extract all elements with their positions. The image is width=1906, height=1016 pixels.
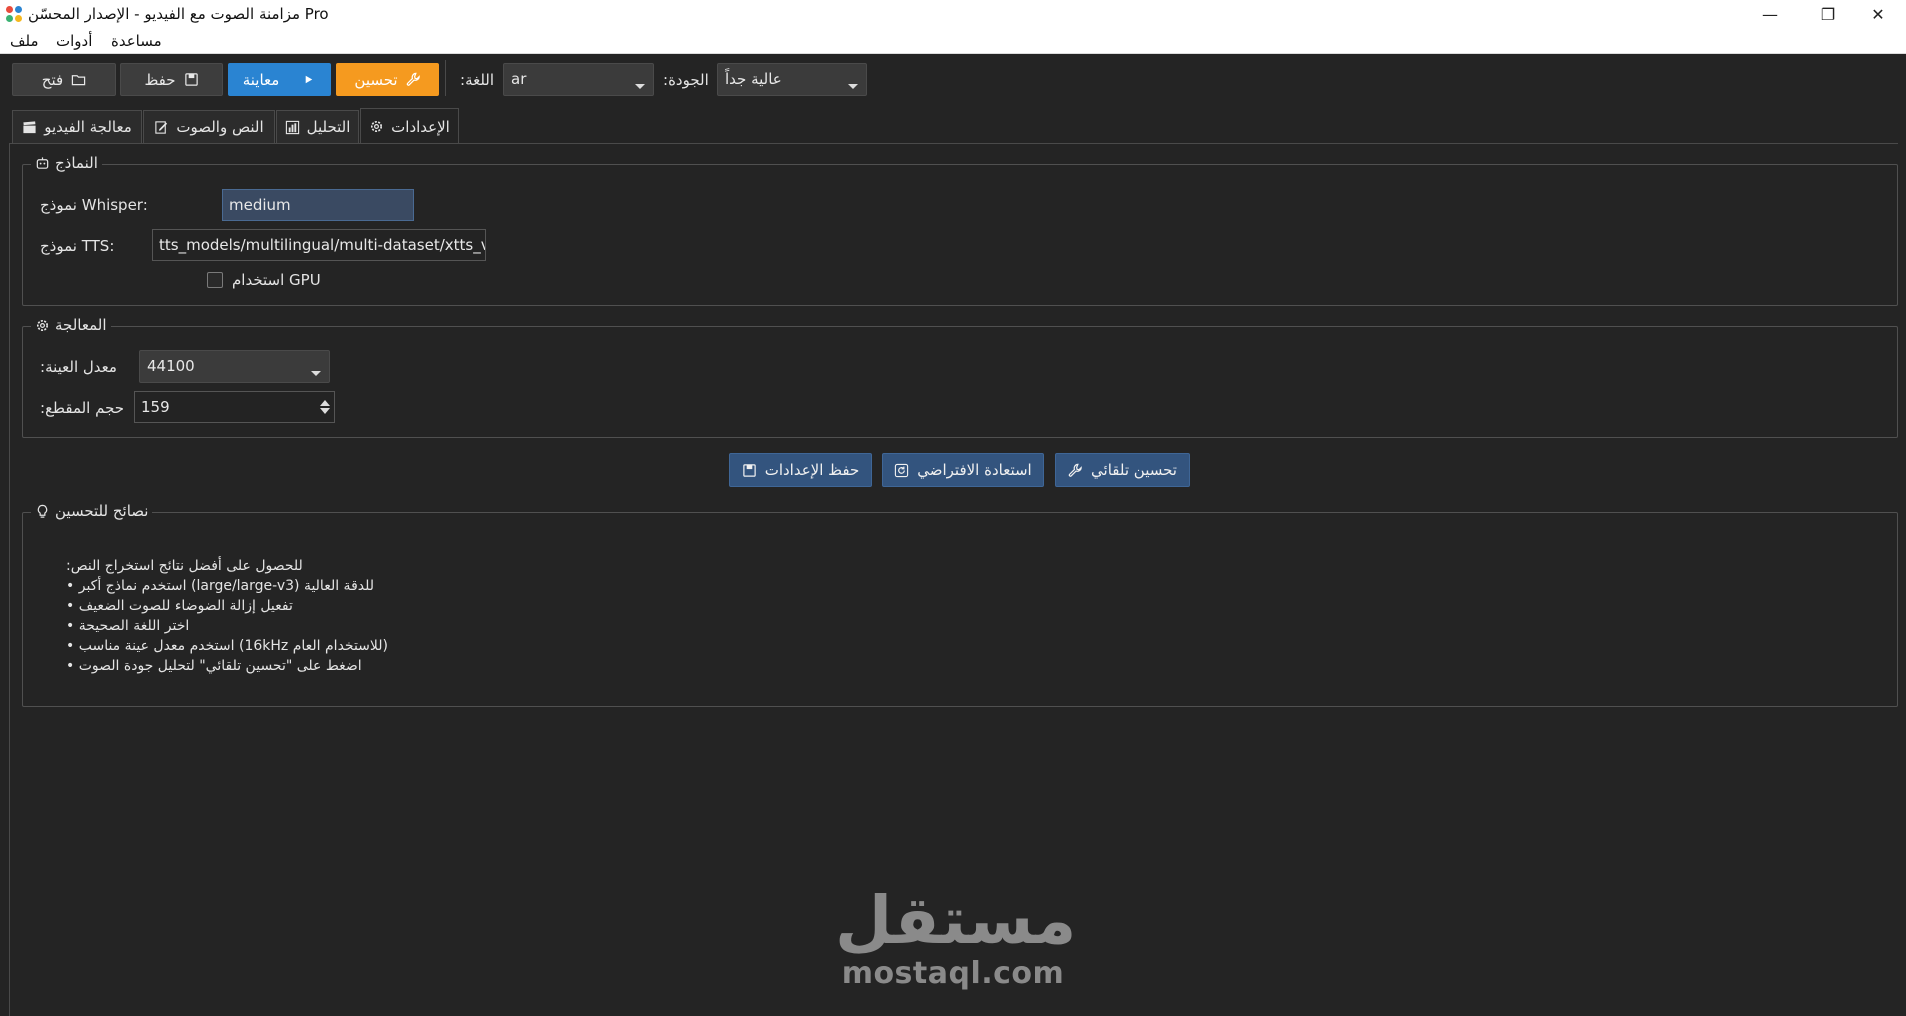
wrench-icon <box>1068 463 1082 477</box>
lightbulb-icon <box>37 504 48 518</box>
restore-icon <box>895 463 909 477</box>
save-settings-label: حفظ الإعدادات <box>764 461 860 479</box>
chunk-size-value: 159 <box>141 398 170 416</box>
tts-model-label: نموذج TTS: <box>40 237 115 255</box>
processing-group-title: المعالجة <box>31 316 111 334</box>
tip-line: • اضغط على "تحسين تلقائي" لتحليل جودة ال… <box>66 658 362 674</box>
sample-rate-select[interactable]: 44100 <box>139 350 330 383</box>
tab-text-audio-label: النص والصوت <box>176 118 264 136</box>
chevron-down-icon <box>311 371 321 376</box>
menu-bar: ملف أدوات مساعدة <box>0 29 1906 54</box>
tab-analysis[interactable]: التحليل <box>276 110 359 143</box>
enhance-button[interactable]: تحسين <box>336 63 439 96</box>
watermark-logo: مستقل mostaql.com <box>835 882 1077 991</box>
quality-select[interactable]: عالية جداً <box>717 63 867 96</box>
tips-title-text: نصائح للتحسين <box>55 502 149 520</box>
quality-value: عالية جداً <box>725 70 782 88</box>
wrench-icon <box>406 72 420 86</box>
toolbar-separator <box>445 60 446 96</box>
floppy-icon <box>184 73 198 86</box>
tts-model-field[interactable]: tts_models/multilingual/multi-dataset/xt… <box>152 229 486 261</box>
close-window-button[interactable]: ✕ <box>1850 0 1906 29</box>
robot-icon <box>36 156 49 169</box>
open-button[interactable]: فتح <box>12 63 116 96</box>
tip-line: • استخدم نماذج أكبر (large/large-v3) للد… <box>66 578 375 594</box>
tab-video-label: معالجة الفيديو <box>44 118 132 136</box>
chunk-size-spinbox[interactable]: 159 <box>134 391 335 423</box>
tab-text-audio[interactable]: النص والصوت <box>143 110 275 143</box>
processing-title-text: المعالجة <box>55 316 107 334</box>
gear-icon <box>371 120 383 133</box>
tip-line: • تفعيل إزالة الضوضاء للصوت الضعيف <box>66 598 293 614</box>
spin-down-icon[interactable] <box>320 408 330 414</box>
gpu-checkbox[interactable] <box>207 272 223 288</box>
save-settings-button[interactable]: حفظ الإعدادات <box>729 453 872 487</box>
sample-rate-value: 44100 <box>147 357 195 375</box>
language-value: ar <box>511 70 527 88</box>
floppy-icon <box>742 463 756 477</box>
preview-button[interactable]: معاينة <box>228 63 331 96</box>
open-button-label: فتح <box>41 70 64 89</box>
save-button-label: حفظ <box>144 70 176 89</box>
title-bar: مزامنة الصوت مع الفيديو - الإصدار المحسّ… <box>0 0 1906 29</box>
play-icon <box>305 75 313 84</box>
language-select[interactable]: ar <box>503 63 654 96</box>
tip-line: :للحصول على أفضل نتائج استخراج النص <box>66 558 303 574</box>
enhance-button-label: تحسين <box>354 70 398 89</box>
folder-icon <box>71 75 86 86</box>
gear-icon <box>36 319 49 331</box>
gpu-checkbox-label: استخدام GPU <box>232 271 321 289</box>
window-title: مزامنة الصوت مع الفيديو - الإصدار المحسّ… <box>28 5 329 23</box>
language-label: :اللغة <box>460 71 495 89</box>
spin-up-icon[interactable] <box>320 400 330 406</box>
whisper-model-field[interactable]: medium <box>222 189 414 221</box>
menu-tools[interactable]: أدوات <box>56 32 92 50</box>
tab-video-processing[interactable]: معالجة الفيديو <box>12 110 142 143</box>
tab-analysis-label: التحليل <box>306 118 351 136</box>
auto-enhance-button[interactable]: تحسين تلقائي <box>1055 453 1190 487</box>
restore-window-button[interactable]: ❐ <box>1800 0 1856 29</box>
bar-chart-icon <box>285 120 299 134</box>
tips-text: :للحصول على أفضل نتائج استخراج النص • اس… <box>66 556 388 676</box>
menu-file[interactable]: ملف <box>10 32 39 50</box>
restore-defaults-button[interactable]: استعادة الافتراضي <box>882 453 1044 487</box>
chevron-down-icon <box>635 84 645 89</box>
sample-rate-label: :معدل العينة <box>40 358 117 376</box>
edit-icon <box>155 120 168 134</box>
quality-label: :الجودة <box>663 71 709 89</box>
models-title-text: النماذج <box>55 154 98 172</box>
watermark-latin: mostaql.com <box>841 956 1065 991</box>
tips-group-title: نصائح للتحسين <box>31 502 153 520</box>
app-icon <box>6 6 22 22</box>
save-button[interactable]: حفظ <box>120 63 223 96</box>
tab-settings[interactable]: الإعدادات <box>360 108 459 144</box>
preview-button-label: معاينة <box>242 70 280 89</box>
tip-line: • اختر اللغة الصحيحة <box>66 618 190 634</box>
models-group-title: النماذج <box>31 154 102 172</box>
restore-defaults-label: استعادة الافتراضي <box>917 461 1032 479</box>
menu-help[interactable]: مساعدة <box>111 32 162 50</box>
watermark-arabic: مستقل <box>835 882 1077 959</box>
whisper-model-label: نموذج Whisper: <box>40 196 148 214</box>
tip-line: • استخدم معدل عينة مناسب (16kHz للاستخدا… <box>66 638 388 654</box>
tab-settings-label: الإعدادات <box>391 117 450 136</box>
chunk-size-label: :حجم المقطع <box>40 399 125 417</box>
chevron-down-icon <box>848 84 858 89</box>
clapperboard-icon <box>23 120 36 133</box>
auto-enhance-label: تحسين تلقائي <box>1091 461 1177 479</box>
minimize-button[interactable]: — <box>1742 0 1798 29</box>
